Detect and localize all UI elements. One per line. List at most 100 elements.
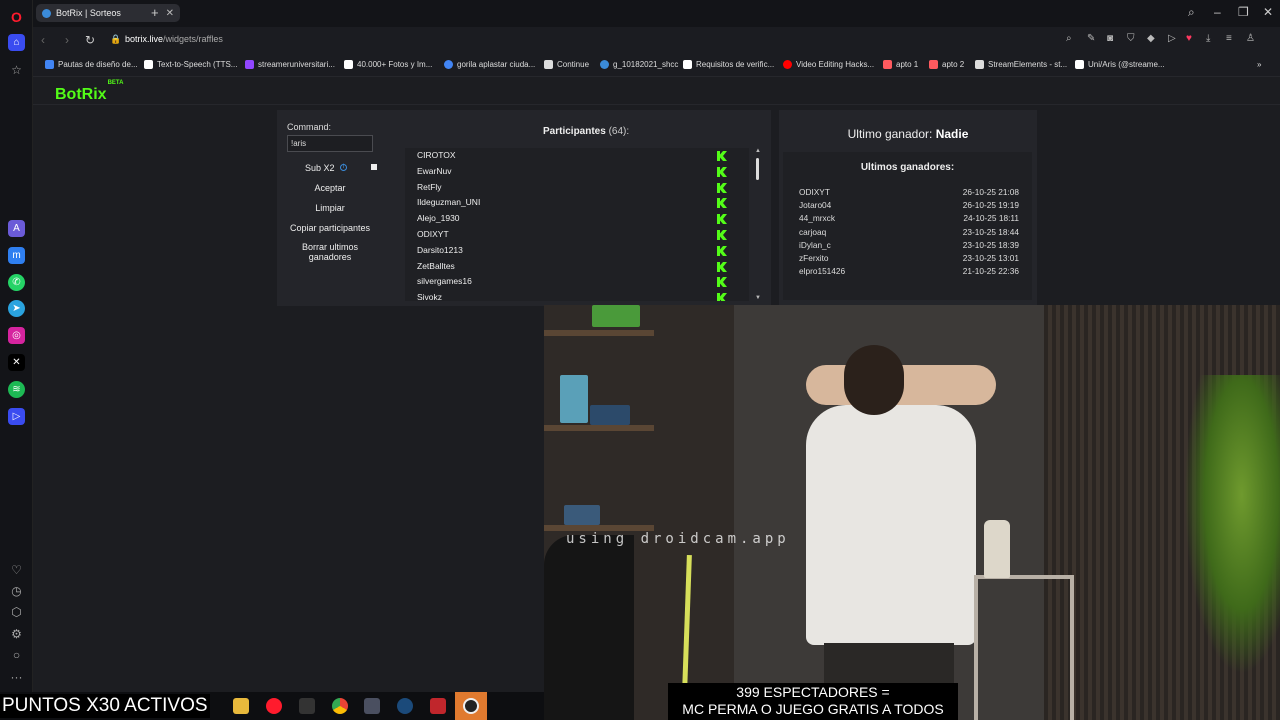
- tab-favicon-icon: [42, 8, 51, 18]
- taskbar: PUNTOS X30 ACTIVOS: [0, 692, 544, 720]
- steam-icon[interactable]: [397, 698, 413, 714]
- copy-participants-button[interactable]: Copiar participantes: [287, 223, 373, 233]
- lightbulb-icon[interactable]: ○: [8, 646, 25, 663]
- scroll-down-icon[interactable]: ▼: [755, 295, 761, 301]
- lock-icon: 🔒: [110, 34, 122, 44]
- scroll-thumb[interactable]: [756, 158, 759, 180]
- info-icon[interactable]: i: [340, 164, 347, 171]
- x-twitter-icon[interactable]: ✕: [8, 354, 25, 371]
- whatsapp-icon[interactable]: ✆: [8, 274, 25, 291]
- new-tab-icon[interactable]: +: [151, 5, 159, 20]
- product-box: [592, 305, 640, 327]
- minimize-icon[interactable]: –: [1214, 5, 1221, 19]
- chrome-icon[interactable]: [332, 698, 348, 714]
- winner-date: 24-10-25 18:11: [963, 213, 1019, 224]
- winners-title: Ultimos ganadores:: [860, 162, 955, 173]
- heart-icon[interactable]: ♡: [8, 561, 25, 578]
- winner-row: zFerxito 23-10-25 13:01: [799, 253, 1019, 263]
- participants-list[interactable]: CIROTOX EwarNuv RetFly Ildeguzman_UNI Alejo_…: [405, 148, 749, 301]
- calculator-icon[interactable]: [364, 698, 380, 714]
- bookmark[interactable]: Requisitos de verific...: [683, 60, 774, 69]
- kick-icon: [717, 229, 727, 240]
- maximize-icon[interactable]: ❐: [1238, 5, 1249, 19]
- close-window-icon[interactable]: ✕: [1263, 5, 1273, 19]
- history-icon[interactable]: ◷: [8, 582, 25, 599]
- bookmarks-more-icon[interactable]: »: [1257, 60, 1261, 69]
- obs-icon[interactable]: [463, 698, 479, 714]
- search-icon[interactable]: ⌕: [1066, 33, 1072, 44]
- bookmark-icon: [544, 60, 553, 69]
- bookmark-icon: [783, 60, 792, 69]
- bookmark[interactable]: Pautas de diseño de...: [45, 60, 138, 69]
- bookmark[interactable]: Uni/Aris (@streame...: [1075, 60, 1165, 69]
- bookmark[interactable]: Video Editing Hacks...: [783, 60, 874, 69]
- kick-icon: [717, 214, 727, 225]
- vpn-icon[interactable]: ◆: [1147, 33, 1155, 44]
- aria-icon[interactable]: A: [8, 220, 25, 237]
- home-icon[interactable]: ⌂: [8, 34, 25, 51]
- forward-icon[interactable]: ›: [65, 33, 69, 47]
- clear-button[interactable]: Limpiar: [287, 203, 373, 213]
- bookmark[interactable]: gorila aplastar ciuda...: [444, 60, 535, 69]
- more-icon[interactable]: ···: [8, 668, 25, 685]
- participants-scrollbar[interactable]: ▲ ▼: [755, 148, 761, 301]
- kick-icon: [717, 182, 727, 193]
- favorite-icon[interactable]: ♥: [1186, 33, 1192, 44]
- bookmark[interactable]: g_10182021_shcc: [600, 60, 678, 69]
- kick-icon: [717, 261, 727, 272]
- raffle-panel: Command: Sub X2 i Aceptar Limpiar Copiar…: [277, 110, 771, 306]
- game-icon[interactable]: [430, 698, 446, 714]
- tab-title: BotRix | Sorteos: [56, 8, 121, 18]
- participant-name: ZetBalltes: [417, 260, 455, 271]
- participant-name: silvergames16: [417, 276, 472, 287]
- winner-name: elpro151426: [799, 266, 846, 277]
- opera-icon[interactable]: [266, 698, 282, 714]
- search-tabs-icon[interactable]: ⌕: [1188, 5, 1195, 20]
- extensions-icon[interactable]: ⬡: [8, 603, 25, 620]
- reload-icon[interactable]: ↻: [85, 33, 95, 47]
- bookmark-icon: [883, 60, 892, 69]
- back-icon[interactable]: ‹: [41, 33, 45, 47]
- bookmark[interactable]: 40.000+ Fotos y Im...: [344, 60, 432, 69]
- ladder: [974, 575, 1074, 720]
- download-icon[interactable]: ⤓: [1206, 33, 1210, 44]
- player-icon[interactable]: ▷: [8, 408, 25, 425]
- delete-winners-button[interactable]: Borrar ultimos ganadores: [287, 242, 373, 262]
- bookmark[interactable]: Continue: [544, 60, 589, 69]
- bookmark[interactable]: Text-to-Speech (TTS...: [144, 60, 237, 69]
- instagram-icon[interactable]: ◎: [8, 327, 25, 344]
- sub-x2-checkbox[interactable]: [371, 164, 377, 170]
- participant-row: Sivokz: [405, 290, 749, 301]
- opera-logo-icon[interactable]: O: [8, 8, 25, 25]
- bookmark[interactable]: streameruniversitari...: [245, 60, 335, 69]
- bookmark-icon: [144, 60, 153, 69]
- botrix-logo[interactable]: BotRixBETA: [55, 80, 123, 104]
- bookmark[interactable]: StreamElements - st...: [975, 60, 1067, 69]
- camera-icon[interactable]: ◙: [1107, 33, 1113, 44]
- menu-icon[interactable]: ≡: [1226, 33, 1232, 44]
- account-icon[interactable]: ♙: [1246, 33, 1255, 44]
- beta-badge: BETA: [107, 79, 124, 86]
- scroll-up-icon[interactable]: ▲: [755, 148, 761, 154]
- player-toolbar-icon[interactable]: ▷: [1168, 33, 1176, 44]
- winners-list: Ultimos ganadores: ODIXYT 26-10-25 21:08 J…: [783, 152, 1032, 300]
- url-field[interactable]: botrix.live/widgets/raffles: [125, 34, 223, 44]
- telegram-icon[interactable]: ➤: [8, 300, 25, 317]
- messenger-icon[interactable]: m: [8, 247, 25, 264]
- shield-icon[interactable]: ⛉: [1127, 33, 1135, 44]
- spotify-icon[interactable]: ≋: [8, 381, 25, 398]
- kick-icon: [717, 198, 727, 209]
- accept-button[interactable]: Aceptar: [287, 183, 373, 193]
- bookmark[interactable]: apto 2: [929, 60, 964, 69]
- close-tab-icon[interactable]: ✕: [166, 8, 174, 19]
- bookmark[interactable]: apto 1: [883, 60, 918, 69]
- edit-icon[interactable]: ✎: [1087, 33, 1095, 44]
- bookmark-icon: [600, 60, 609, 69]
- file-explorer-icon[interactable]: [233, 698, 249, 714]
- star-icon[interactable]: ☆: [8, 61, 25, 78]
- winner-row: ODIXYT 26-10-25 21:08: [799, 187, 1019, 197]
- command-input[interactable]: [287, 135, 373, 152]
- bookmark-icon: [1075, 60, 1084, 69]
- settings-icon[interactable]: ⚙: [8, 625, 25, 642]
- app-icon[interactable]: [299, 698, 315, 714]
